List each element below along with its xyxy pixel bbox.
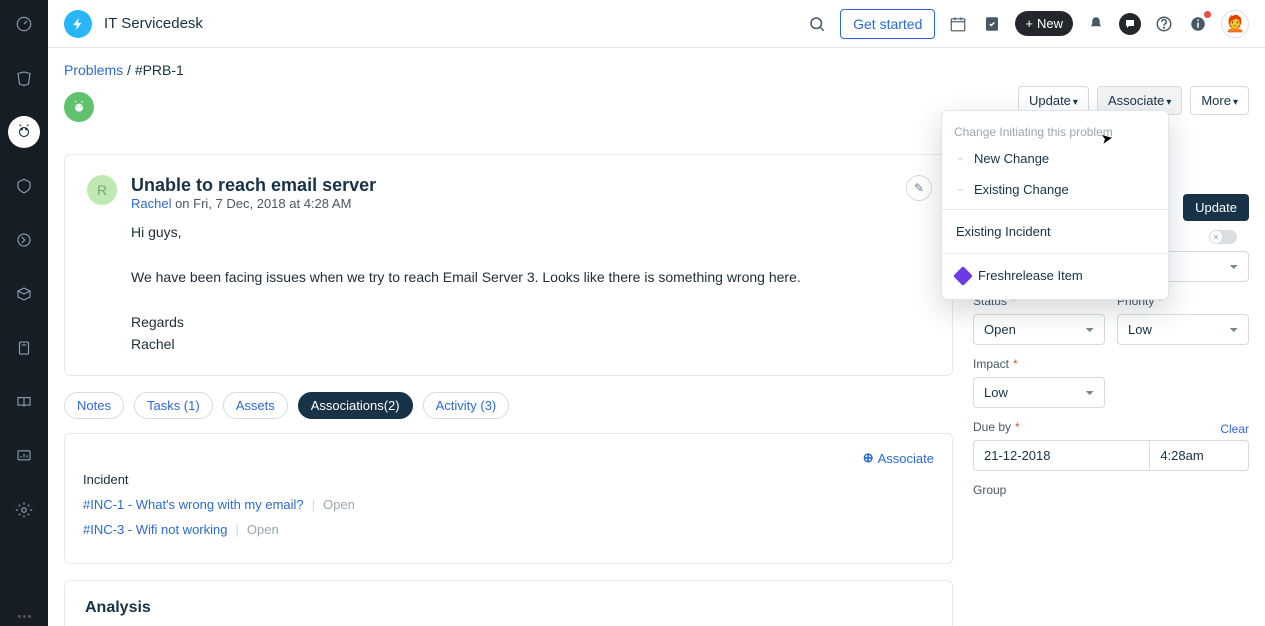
- tab-associations[interactable]: Associations(2): [298, 392, 413, 419]
- impact-select[interactable]: Low: [973, 377, 1105, 408]
- assoc-section-title: Incident: [83, 472, 934, 487]
- watcher-toggle[interactable]: ✕: [1209, 230, 1237, 244]
- profile-avatar[interactable]: 🧑‍🦰: [1221, 10, 1249, 38]
- bell-icon[interactable]: [1085, 13, 1107, 35]
- priority-select[interactable]: Low: [1117, 314, 1249, 345]
- problem-icon: [64, 92, 94, 122]
- menu-existing-change[interactable]: Existing Change: [942, 174, 1168, 205]
- chat-icon[interactable]: [1119, 13, 1141, 35]
- incident-status: Open: [323, 497, 355, 512]
- menu-new-change[interactable]: New Change: [942, 143, 1168, 174]
- impact-label: Impact*: [973, 357, 1105, 371]
- associations-panel: ⊕Associate Incident #INC-1 - What's wron…: [64, 433, 953, 564]
- menu-freshrelease[interactable]: Freshrelease Item: [942, 258, 1168, 293]
- menu-section-label: Change Initiating this problem: [942, 117, 1168, 143]
- analysis-panel: Analysis ⇄ Root Cause Email server 3 has…: [64, 580, 953, 626]
- workspace-title: IT Servicedesk: [104, 15, 203, 32]
- requester-avatar: R: [87, 175, 117, 205]
- tabs: Notes Tasks (1) Assets Associations(2) A…: [64, 392, 953, 419]
- associate-menu: Change Initiating this problem New Chang…: [941, 110, 1169, 300]
- associated-incident: #INC-3 - Wifi not working | Open: [83, 522, 934, 537]
- dueby-label: Due by*: [973, 420, 1249, 434]
- help-icon[interactable]: [1153, 13, 1175, 35]
- tab-assets[interactable]: Assets: [223, 392, 288, 419]
- ticket-meta: on Fri, 7 Dec, 2018 at 4:28 AM: [171, 196, 351, 211]
- new-button[interactable]: +New: [1015, 11, 1073, 36]
- ticket-card: ✎ R Unable to reach email server Rachel …: [64, 154, 953, 376]
- nav-reports[interactable]: [8, 440, 40, 472]
- ticket-title: Unable to reach email server: [131, 175, 376, 196]
- incident-link[interactable]: #INC-1 - What's wrong with my email?: [83, 497, 304, 512]
- brand-icon: [64, 10, 92, 38]
- search-icon[interactable]: [806, 13, 828, 35]
- incident-status: Open: [247, 522, 279, 537]
- clear-link[interactable]: Clear: [1220, 422, 1249, 436]
- tab-notes[interactable]: Notes: [64, 392, 124, 419]
- more-dropdown[interactable]: More▾: [1190, 86, 1249, 115]
- left-nav-rail: [0, 0, 48, 626]
- get-started-button[interactable]: Get started: [840, 9, 935, 39]
- nav-releases[interactable]: [8, 224, 40, 256]
- analysis-title: Analysis: [85, 599, 932, 617]
- nav-changes[interactable]: [8, 170, 40, 202]
- nav-knowledge[interactable]: [8, 386, 40, 418]
- breadcrumb-id: #PRB-1: [135, 62, 184, 78]
- tab-tasks[interactable]: Tasks (1): [134, 392, 213, 419]
- nav-admin[interactable]: [8, 494, 40, 526]
- due-time-input[interactable]: [1150, 440, 1249, 471]
- associated-incident: #INC-1 - What's wrong with my email? | O…: [83, 497, 934, 512]
- freshrelease-icon: [953, 266, 973, 286]
- tab-activity[interactable]: Activity (3): [423, 392, 510, 419]
- due-date-input[interactable]: [973, 440, 1150, 471]
- requester-link[interactable]: Rachel: [131, 196, 171, 211]
- info-icon[interactable]: [1187, 13, 1209, 35]
- nav-assets[interactable]: [8, 278, 40, 310]
- topbar: IT Servicedesk Get started +New 🧑‍🦰: [48, 0, 1265, 48]
- status-select[interactable]: Open: [973, 314, 1105, 345]
- nav-solutions[interactable]: [8, 332, 40, 364]
- incident-link[interactable]: #INC-3 - Wifi not working: [83, 522, 227, 537]
- group-label: Group: [973, 483, 1249, 497]
- breadcrumb-root[interactable]: Problems: [64, 62, 123, 78]
- update-button[interactable]: Update: [1183, 194, 1249, 221]
- nav-tickets[interactable]: [8, 62, 40, 94]
- associate-link[interactable]: ⊕Associate: [863, 450, 934, 466]
- edit-icon[interactable]: ✎: [906, 175, 932, 201]
- nav-more[interactable]: [18, 615, 31, 618]
- calendar-icon[interactable]: [947, 13, 969, 35]
- nav-dashboard[interactable]: [8, 8, 40, 40]
- todo-icon[interactable]: [981, 13, 1003, 35]
- menu-existing-incident[interactable]: Existing Incident: [942, 214, 1168, 249]
- nav-problems[interactable]: [8, 116, 40, 148]
